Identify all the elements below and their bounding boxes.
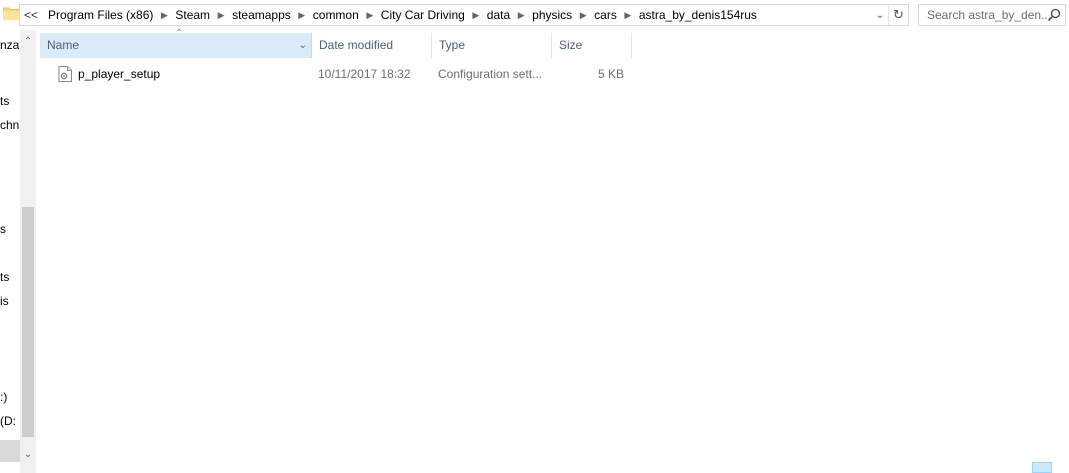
address-row: << Program Files (x86) ▶ Steam ▶ steamap… (0, 0, 1069, 30)
nav-item[interactable]: ts (0, 270, 9, 284)
chevron-down-icon[interactable]: ⌄ (872, 5, 888, 25)
breadcrumb-overflow-button[interactable]: << (20, 8, 42, 22)
breadcrumb-separator-icon[interactable]: ▶ (365, 5, 375, 25)
nav-item[interactable]: chn (0, 118, 19, 132)
breadcrumb-item-steam[interactable]: Steam (169, 5, 216, 25)
search-placeholder: Search astra_by_den... (927, 8, 1052, 22)
breadcrumb-item-physics[interactable]: physics (526, 5, 578, 25)
column-header-name-label: Name (47, 38, 80, 52)
column-header-type-label: Type (439, 38, 466, 52)
column-header-size-label: Size (559, 38, 583, 52)
breadcrumb-separator-icon[interactable]: ▶ (471, 5, 481, 25)
column-headers: ⌃ Name ⌄ Date modified Type Size (40, 29, 640, 58)
file-size: 5 KB (597, 67, 624, 81)
file-name[interactable]: p_player_setup (78, 62, 160, 86)
details-view-button[interactable] (1032, 462, 1052, 473)
scroll-up-icon[interactable]: ⌃ (20, 34, 36, 48)
breadcrumb-item-common[interactable]: common (307, 5, 365, 25)
breadcrumb-separator-icon[interactable]: ▶ (216, 5, 226, 25)
file-type: Configuration sett... (438, 67, 543, 81)
nav-item[interactable]: is (0, 294, 9, 308)
column-header-date-modified[interactable]: Date modified (312, 33, 432, 58)
breadcrumb-item-current-folder[interactable]: astra_by_denis154rus (633, 5, 763, 25)
breadcrumb-separator-icon[interactable]: ▶ (297, 5, 307, 25)
breadcrumb: << Program Files (x86) ▶ Steam ▶ steamap… (20, 5, 763, 25)
file-row[interactable]: p_player_setup 10/11/2017 18:32 Configur… (40, 62, 632, 86)
column-header-size[interactable]: Size (552, 33, 632, 58)
nav-item[interactable]: ts (0, 94, 9, 108)
refresh-icon[interactable]: ↻ (888, 5, 908, 25)
folder-icon (3, 7, 19, 20)
config-file-icon (58, 66, 72, 82)
nav-selected-highlight (0, 440, 20, 462)
breadcrumb-item-steamapps[interactable]: steamapps (226, 5, 297, 25)
sort-ascending-icon: ⌃ (175, 28, 184, 39)
breadcrumb-item-program-files[interactable]: Program Files (x86) (42, 5, 159, 25)
nav-item[interactable]: nza (0, 38, 19, 52)
nav-item-drive-d[interactable]: (D: (0, 414, 16, 428)
chevron-down-icon[interactable]: ⌄ (299, 33, 307, 58)
breadcrumb-separator-icon[interactable]: ▶ (159, 5, 169, 25)
breadcrumb-separator-icon[interactable]: ▶ (623, 5, 633, 25)
file-date-modified: 10/11/2017 18:32 (318, 67, 411, 81)
nav-scrollbar-thumb[interactable] (22, 207, 34, 437)
breadcrumb-item-data[interactable]: data (481, 5, 516, 25)
large-icons-view-button[interactable] (1053, 462, 1069, 473)
column-header-name[interactable]: ⌃ Name ⌄ (40, 29, 312, 58)
search-input[interactable]: Search astra_by_den... (918, 4, 1066, 26)
column-header-date-label: Date modified (319, 38, 394, 52)
breadcrumb-separator-icon[interactable]: ▶ (578, 5, 588, 25)
breadcrumb-item-cars[interactable]: cars (588, 5, 623, 25)
scroll-down-icon[interactable]: ⌄ (20, 447, 36, 461)
breadcrumb-item-city-car-driving[interactable]: City Car Driving (375, 5, 471, 25)
column-header-type[interactable]: Type (432, 33, 552, 58)
address-bar[interactable]: << Program Files (x86) ▶ Steam ▶ steamap… (19, 4, 909, 26)
navigation-pane[interactable]: nza ts chn s ts is :) (D: ⌃ ⌄ (0, 30, 36, 473)
nav-item[interactable]: s (0, 222, 6, 236)
breadcrumb-separator-icon[interactable]: ▶ (516, 5, 526, 25)
nav-item[interactable]: :) (0, 390, 7, 404)
search-icon[interactable] (1047, 8, 1061, 22)
